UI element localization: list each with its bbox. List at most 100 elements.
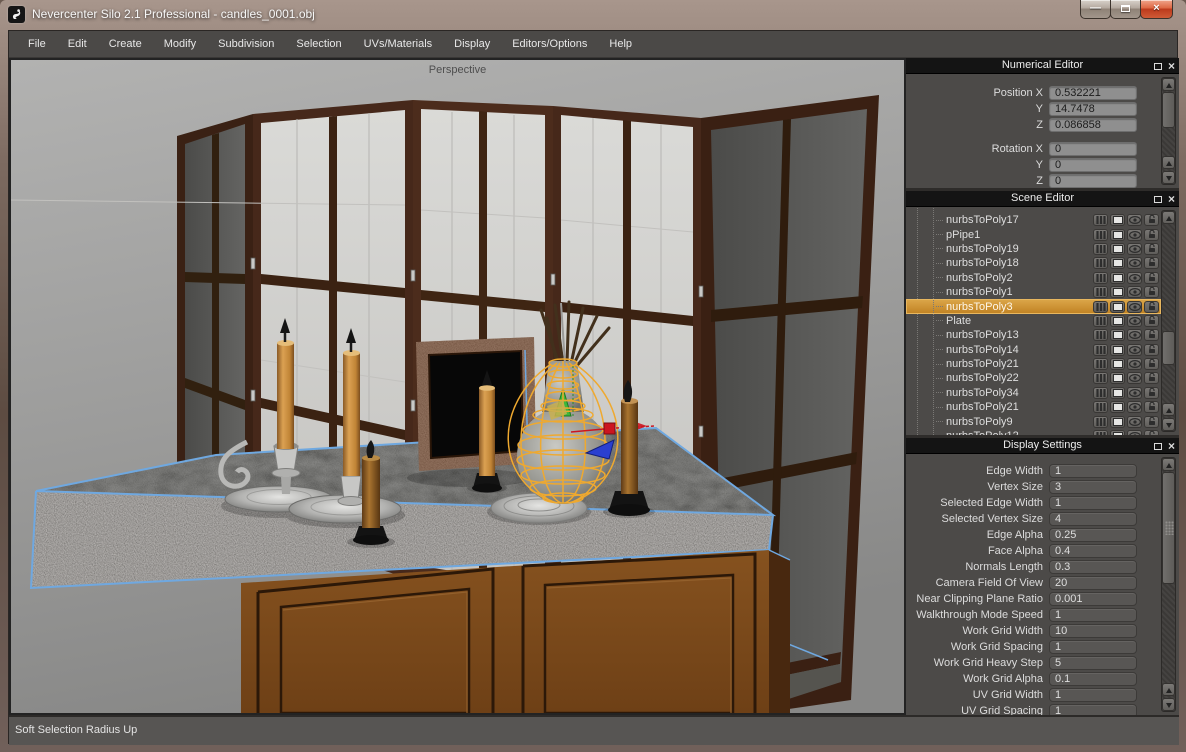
display-mode-button[interactable]: [1093, 358, 1108, 370]
solid-mode-button[interactable]: [1110, 344, 1125, 356]
panel-close-icon[interactable]: ×: [1168, 193, 1175, 206]
menu-editors-options[interactable]: Editors/Options: [501, 31, 598, 57]
scene-item-nurbstopoly21[interactable]: nurbsToPoly21: [906, 400, 1161, 414]
setting-input[interactable]: 0.25: [1049, 528, 1137, 542]
lock-button[interactable]: [1144, 301, 1159, 313]
setting-input[interactable]: 10: [1049, 624, 1137, 638]
lock-button[interactable]: [1144, 272, 1159, 284]
setting-input[interactable]: 0.4: [1049, 544, 1137, 558]
scene-item-nurbstopoly21[interactable]: nurbsToPoly21: [906, 357, 1161, 371]
lock-button[interactable]: [1144, 243, 1159, 255]
visibility-button[interactable]: [1127, 372, 1142, 384]
scroll-thumb[interactable]: [1162, 331, 1175, 365]
lock-button[interactable]: [1144, 315, 1159, 327]
display-scrollbar[interactable]: [1161, 457, 1176, 712]
numeric-input[interactable]: 0: [1049, 158, 1137, 172]
scroll-down-button[interactable]: [1162, 418, 1175, 431]
scene-item-nurbstopoly19[interactable]: nurbsToPoly19: [906, 242, 1161, 256]
display-mode-button[interactable]: [1093, 229, 1108, 241]
numeric-input[interactable]: 14.7478: [1049, 102, 1137, 116]
display-mode-button[interactable]: [1093, 315, 1108, 327]
lock-button[interactable]: [1144, 416, 1159, 428]
solid-mode-button[interactable]: [1110, 416, 1125, 428]
menu-subdivision[interactable]: Subdivision: [207, 31, 285, 57]
scene-item-nurbstopoly12[interactable]: nurbsToPoly12: [906, 429, 1161, 435]
scroll-down-button[interactable]: [1162, 698, 1175, 711]
menu-modify[interactable]: Modify: [153, 31, 207, 57]
scene-item-nurbstopoly1[interactable]: nurbsToPoly1: [906, 285, 1161, 299]
panel-maximize-icon[interactable]: [1154, 443, 1162, 450]
numeric-input[interactable]: 0: [1049, 142, 1137, 156]
scene-editor-header[interactable]: Scene Editor ×: [906, 191, 1179, 207]
scene-item-plate[interactable]: Plate: [906, 314, 1161, 328]
viewport[interactable]: Perspective: [9, 58, 906, 715]
solid-mode-button[interactable]: [1110, 243, 1125, 255]
solid-mode-button[interactable]: [1110, 272, 1125, 284]
lock-button[interactable]: [1144, 214, 1159, 226]
visibility-button[interactable]: [1127, 214, 1142, 226]
display-mode-button[interactable]: [1093, 329, 1108, 341]
numerical-editor-header[interactable]: Numerical Editor ×: [906, 58, 1179, 74]
setting-input[interactable]: 20: [1049, 576, 1137, 590]
scene-item-ppipe1[interactable]: pPipe1: [906, 227, 1161, 241]
setting-input[interactable]: 0.001: [1049, 592, 1137, 606]
menu-selection[interactable]: Selection: [285, 31, 352, 57]
solid-mode-button[interactable]: [1110, 372, 1125, 384]
visibility-button[interactable]: [1127, 243, 1142, 255]
display-mode-button[interactable]: [1093, 344, 1108, 356]
scroll-thumb[interactable]: [1162, 92, 1175, 128]
lock-button[interactable]: [1144, 329, 1159, 341]
display-mode-button[interactable]: [1093, 272, 1108, 284]
visibility-button[interactable]: [1127, 329, 1142, 341]
display-mode-button[interactable]: [1093, 286, 1108, 298]
scroll-up-button[interactable]: [1162, 78, 1175, 91]
scroll-up-button[interactable]: [1162, 211, 1175, 224]
numeric-input[interactable]: 0.532221: [1049, 86, 1137, 100]
display-mode-button[interactable]: [1093, 416, 1108, 428]
viewport-canvas[interactable]: [11, 60, 904, 713]
setting-input[interactable]: 0.1: [1049, 672, 1137, 686]
visibility-button[interactable]: [1127, 301, 1142, 313]
solid-mode-button[interactable]: [1110, 387, 1125, 399]
menu-help[interactable]: Help: [598, 31, 643, 57]
menu-display[interactable]: Display: [443, 31, 501, 57]
setting-input[interactable]: 4: [1049, 512, 1137, 526]
numeric-input[interactable]: 0.086858: [1049, 118, 1137, 132]
solid-mode-button[interactable]: [1110, 315, 1125, 327]
visibility-button[interactable]: [1127, 315, 1142, 327]
menu-edit[interactable]: Edit: [57, 31, 98, 57]
lock-button[interactable]: [1144, 358, 1159, 370]
lock-button[interactable]: [1144, 401, 1159, 413]
panel-maximize-icon[interactable]: [1154, 63, 1162, 70]
lock-button[interactable]: [1144, 344, 1159, 356]
x-axis-handle[interactable]: [604, 423, 615, 434]
scene-item-nurbstopoly3[interactable]: nurbsToPoly3: [906, 299, 1161, 313]
scene-item-nurbstopoly13[interactable]: nurbsToPoly13: [906, 328, 1161, 342]
lock-button[interactable]: [1144, 286, 1159, 298]
visibility-button[interactable]: [1127, 387, 1142, 399]
visibility-button[interactable]: [1127, 344, 1142, 356]
numeric-input[interactable]: 0: [1049, 174, 1137, 188]
solid-mode-button[interactable]: [1110, 329, 1125, 341]
panel-close-icon[interactable]: ×: [1168, 60, 1175, 73]
setting-input[interactable]: 1: [1049, 704, 1137, 715]
solid-mode-button[interactable]: [1110, 257, 1125, 269]
display-mode-button[interactable]: [1093, 430, 1108, 435]
scroll-up-button[interactable]: [1162, 403, 1175, 416]
setting-input[interactable]: 3: [1049, 480, 1137, 494]
scene-item-nurbstopoly2[interactable]: nurbsToPoly2: [906, 271, 1161, 285]
setting-input[interactable]: 1: [1049, 688, 1137, 702]
solid-mode-button[interactable]: [1110, 430, 1125, 435]
setting-input[interactable]: 1: [1049, 496, 1137, 510]
scene-item-nurbstopoly22[interactable]: nurbsToPoly22: [906, 371, 1161, 385]
maximize-button[interactable]: [1110, 0, 1141, 19]
scroll-up-button[interactable]: [1162, 458, 1175, 471]
scroll-down-button[interactable]: [1162, 171, 1175, 184]
scene-item-nurbstopoly18[interactable]: nurbsToPoly18: [906, 256, 1161, 270]
display-mode-button[interactable]: [1093, 372, 1108, 384]
display-mode-button[interactable]: [1093, 257, 1108, 269]
setting-input[interactable]: 1: [1049, 464, 1137, 478]
visibility-button[interactable]: [1127, 416, 1142, 428]
setting-input[interactable]: 0.3: [1049, 560, 1137, 574]
menu-file[interactable]: File: [17, 31, 57, 57]
